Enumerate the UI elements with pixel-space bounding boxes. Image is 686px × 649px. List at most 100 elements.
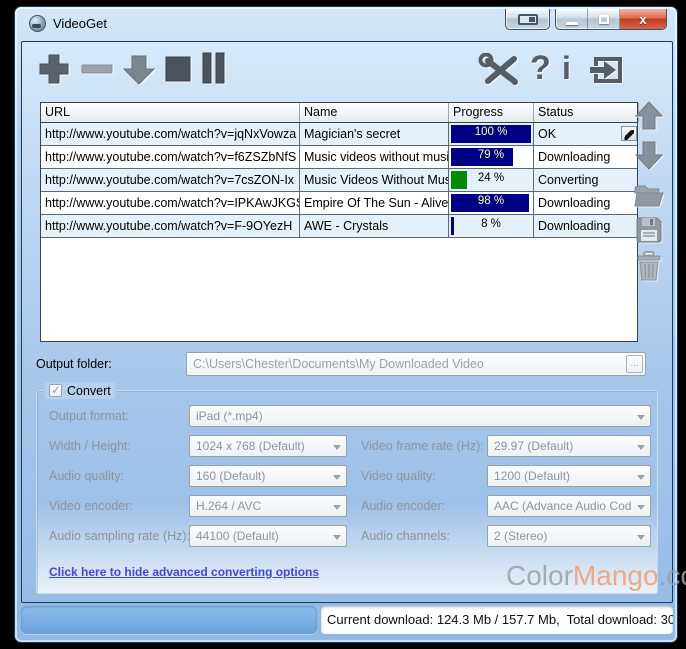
dropdown-audio-quality[interactable]: 160 (Default) — [189, 465, 347, 487]
status-cell: OK — [534, 123, 639, 145]
progress-cell: 100 % — [449, 123, 534, 145]
status-text: Converting — [538, 173, 598, 187]
maximize-icon — [599, 15, 609, 24]
output-folder-input[interactable]: C:\Users\Chester\Documents\My Downloaded… — [186, 352, 646, 376]
titlebar[interactable]: VideoGet x — [15, 7, 677, 39]
progress-label: 98 % — [449, 192, 533, 211]
download-status-text: Current download: 124.3 Mb / 157.7 Mb, T… — [321, 606, 673, 634]
save-button[interactable] — [635, 216, 663, 244]
snapshot-button[interactable] — [505, 9, 550, 30]
name-cell: Magician's secret — [300, 123, 449, 145]
column-header-status[interactable]: Status — [534, 103, 639, 122]
chevron-down-icon — [637, 475, 645, 480]
chevron-down-icon — [637, 505, 645, 510]
status-grip-panel — [21, 606, 317, 634]
column-header-url[interactable]: URL — [41, 103, 300, 122]
download-arrow-icon — [122, 54, 156, 86]
trash-icon — [636, 251, 662, 281]
start-download-button[interactable] — [122, 54, 156, 86]
chevron-down-icon — [333, 475, 341, 480]
info-icon: i — [562, 50, 571, 86]
dropdown-width-height[interactable]: 1024 x 768 (Default) — [189, 435, 347, 457]
field-label: Video encoder: — [49, 499, 133, 513]
move-up-button[interactable] — [634, 100, 664, 132]
colormango-watermark: ColorMango.com — [506, 560, 686, 592]
main-toolbar: ? i — [22, 46, 672, 90]
plus-icon — [36, 51, 72, 87]
delete-button[interactable] — [636, 251, 662, 281]
progress-cell: 24 % — [449, 169, 534, 191]
convert-label: Convert — [67, 384, 111, 398]
window-title: VideoGet — [53, 16, 107, 31]
dropdown-video-quality[interactable]: 1200 (Default) — [487, 465, 651, 487]
output-folder-value: C:\Users\Chester\Documents\My Downloaded… — [193, 357, 484, 371]
convert-legend: Convert — [45, 382, 115, 399]
info-button[interactable]: i — [562, 50, 571, 86]
browse-folder-button[interactable]: ... — [626, 355, 643, 373]
pause-button[interactable] — [200, 52, 226, 84]
minimize-button[interactable] — [556, 9, 588, 29]
column-header-name[interactable]: Name — [300, 103, 449, 122]
status-text: Downloading — [538, 219, 610, 233]
dropdown-audio-sampling-rate-hz[interactable]: 44100 (Default) — [189, 525, 347, 547]
remove-url-button[interactable] — [80, 63, 114, 75]
output-folder-row: Output folder: C:\Users\Chester\Document… — [22, 352, 672, 378]
table-row[interactable]: http://www.youtube.com/watch?v=7csZON-Ix… — [41, 169, 637, 192]
dropdown-output-format[interactable]: iPad (*.mp4) — [189, 405, 651, 427]
progress-cell: 8 % — [449, 215, 534, 237]
table-header-row: URLNameProgressStatus — [41, 103, 637, 123]
maximize-button[interactable] — [588, 9, 620, 29]
url-cell: http://www.youtube.com/watch?v=f6ZSZbNfS — [41, 146, 300, 168]
app-window: VideoGet x — [14, 6, 678, 643]
open-folder-button[interactable] — [633, 183, 665, 209]
field-label: Video frame rate (Hz): — [361, 439, 484, 453]
table-row[interactable]: http://www.youtube.com/watch?v=IPKAwJKGS… — [41, 192, 637, 215]
move-down-button[interactable] — [634, 139, 664, 171]
app-icon — [29, 15, 46, 32]
help-button[interactable]: ? — [530, 50, 551, 86]
arrow-up-icon — [634, 100, 664, 132]
convert-option-row: Output format:iPad (*.mp4) — [37, 405, 657, 429]
url-cell: http://www.youtube.com/watch?v=jqNxVowza — [41, 123, 300, 145]
table-row[interactable]: http://www.youtube.com/watch?v=F-9OYezHA… — [41, 215, 637, 238]
status-cell: Downloading — [534, 192, 639, 214]
dropdown-video-frame-rate-hz[interactable]: 29.97 (Default) — [487, 435, 651, 457]
convert-option-row: Width / Height:1024 x 768 (Default)Video… — [37, 435, 657, 459]
minimize-icon — [566, 22, 578, 25]
add-url-button[interactable] — [36, 51, 72, 87]
output-folder-label: Output folder: — [36, 357, 112, 371]
advanced-options-link[interactable]: Click here to hide advanced converting o… — [49, 565, 319, 579]
table-row[interactable]: http://www.youtube.com/watch?v=f6ZSZbNfS… — [41, 146, 637, 169]
dropdown-audio-channels[interactable]: 2 (Stereo) — [487, 525, 651, 547]
minus-icon — [80, 63, 114, 75]
dropdown-audio-encoder[interactable]: AAC (Advance Audio Coding) — [487, 495, 651, 517]
close-button[interactable]: x — [620, 9, 666, 29]
dropdown-value: iPad (*.mp4) — [196, 409, 632, 423]
table-row[interactable]: http://www.youtube.com/watch?v=jqNxVowza… — [41, 123, 637, 146]
field-label: Audio quality: — [49, 469, 124, 483]
tools-icon — [478, 53, 522, 87]
dropdown-value: 1024 x 768 (Default) — [196, 439, 328, 453]
dropdown-value: 44100 (Default) — [196, 529, 328, 543]
chevron-down-icon — [637, 445, 645, 450]
name-cell: AWE - Crystals — [300, 215, 449, 237]
convert-checkbox[interactable] — [49, 384, 62, 397]
dropdown-value: 1200 (Default) — [494, 469, 632, 483]
camera-icon — [518, 14, 538, 25]
chevron-down-icon — [333, 535, 341, 540]
name-cell: Empire Of The Sun - Alive — [300, 192, 449, 214]
field-label: Video quality: — [361, 469, 436, 483]
exit-button[interactable] — [588, 53, 626, 87]
watermark-com: .com — [659, 560, 686, 591]
stop-button[interactable] — [164, 55, 192, 83]
field-label: Audio channels: — [361, 529, 450, 543]
caption-buttons: x — [555, 9, 667, 30]
dropdown-video-encoder[interactable]: H.264 / AVC — [189, 495, 347, 517]
progress-label: 24 % — [449, 169, 533, 188]
name-cell: Music Videos Without Music — [300, 169, 449, 191]
column-header-progress[interactable]: Progress — [449, 103, 534, 122]
settings-button[interactable] — [478, 53, 522, 87]
chevron-down-icon — [637, 535, 645, 540]
exit-icon — [588, 53, 626, 87]
convert-option-row: Audio quality: 160 (Default) Video quality… — [37, 465, 657, 489]
